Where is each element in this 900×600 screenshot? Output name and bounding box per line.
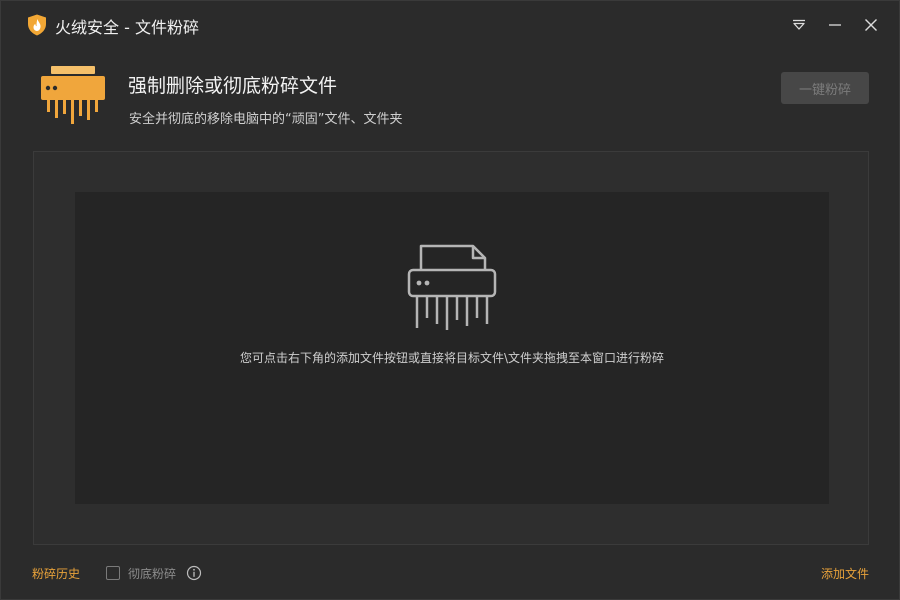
shred-history-link[interactable]: 粉碎历史 <box>32 565 80 582</box>
file-shredder-icon <box>407 244 497 330</box>
info-icon[interactable] <box>186 565 202 581</box>
page-subtitle: 安全并彻底的移除电脑中的“顽固”文件、文件夹 <box>129 112 403 127</box>
window-title: 火绒安全 - 文件粉碎 <box>55 18 199 37</box>
close-button[interactable] <box>859 13 883 37</box>
thorough-shred-checkbox[interactable] <box>106 566 120 580</box>
file-shredder-window: 火绒安全 - 文件粉碎 强制删除或彻底粉碎文件 安全并彻底的移除电脑中的“顽固”… <box>0 0 900 600</box>
thorough-shred-label[interactable]: 彻底粉碎 <box>128 565 176 582</box>
minimize-icon <box>829 24 841 26</box>
drop-hint-text: 您可点击右下角的添加文件按钮或直接将目标文件\文件夹拖拽至本窗口进行粉碎 <box>239 351 665 365</box>
file-drop-area[interactable]: 您可点击右下角的添加文件按钮或直接将目标文件\文件夹拖拽至本窗口进行粉碎 <box>33 151 869 545</box>
page-title: 强制删除或彻底粉碎文件 <box>128 75 338 97</box>
shredder-icon <box>41 66 105 124</box>
minimize-button[interactable] <box>823 13 847 37</box>
huorong-shield-logo-icon <box>28 14 46 36</box>
title-bar: 火绒安全 - 文件粉碎 <box>1 1 899 47</box>
file-drop-zone[interactable]: 您可点击右下角的添加文件按钮或直接将目标文件\文件夹拖拽至本窗口进行粉碎 <box>75 192 829 504</box>
dropdown-menu-button[interactable] <box>787 13 811 37</box>
dropdown-menu-icon <box>793 19 805 30</box>
close-icon <box>865 19 877 31</box>
add-file-button[interactable]: 添加文件 <box>821 565 869 582</box>
shred-all-button[interactable]: 一键粉碎 <box>781 72 869 104</box>
